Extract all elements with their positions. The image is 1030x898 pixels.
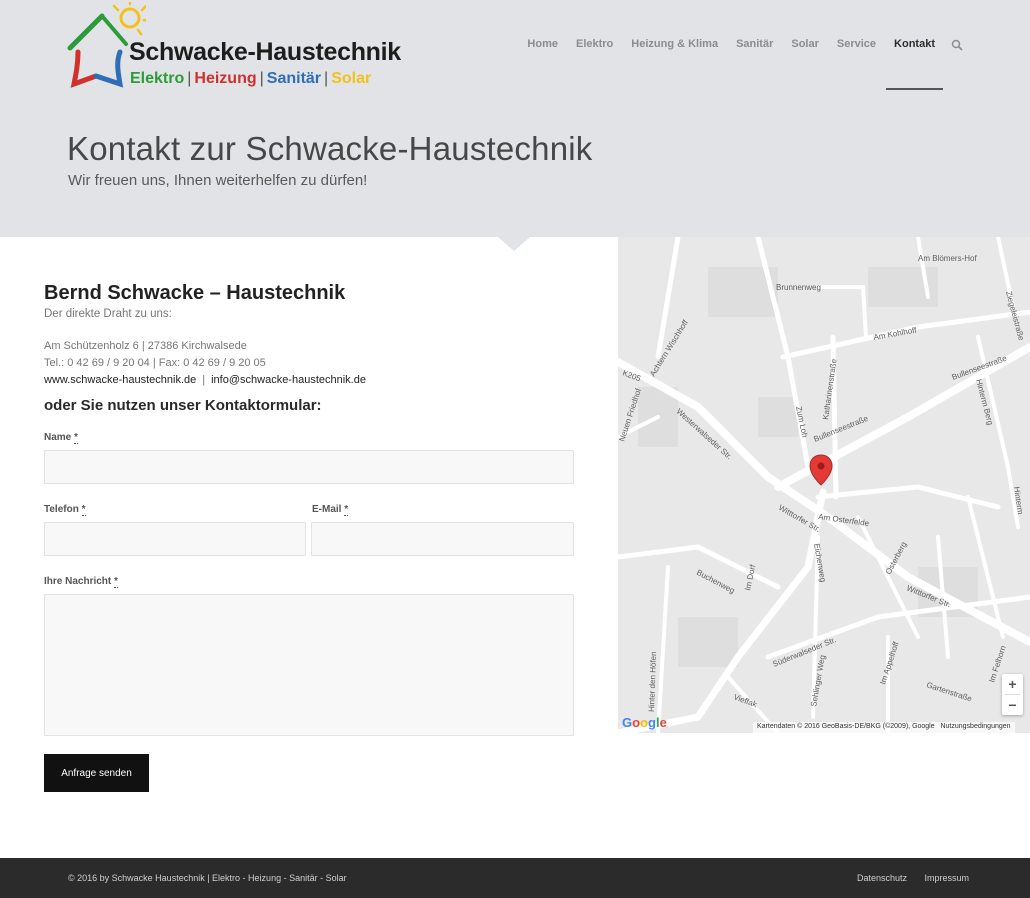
nav-sanitaer[interactable]: Sanitär [727, 38, 782, 50]
google-letter: G [622, 715, 633, 730]
link-separator: | [202, 374, 206, 386]
tag-separator: | [187, 70, 192, 87]
logo[interactable]: Schwacke-Haustechnik Elektro | Heizung | San… [66, 2, 416, 92]
google-letter: e [659, 715, 667, 730]
page-subtitle: Wir freuen uns, Ihnen weiterhelfen zu dü… [68, 172, 368, 189]
form-heading: oder Sie nutzen unser Kontaktormular: [44, 397, 322, 414]
tag-elektro: Elektro [130, 70, 185, 87]
email-label: E-Mail * [312, 504, 349, 516]
email-link[interactable]: info@schwacke-haustechnik.de [211, 374, 366, 386]
required-mark: * [114, 576, 118, 588]
message-label: Ihre Nachricht * [44, 576, 118, 588]
main-nav: Home Elektro Heizung & Klima Sanitär Sol… [518, 38, 944, 50]
address: Am Schützenholz 6 | 27386 Kirchwalsede [44, 340, 247, 352]
footer-links: Datenschutz Impressum [857, 873, 984, 883]
google-logo[interactable]: Google [622, 715, 667, 730]
zoom-out-button[interactable]: − [1002, 695, 1023, 715]
phone-label: Telefon * [44, 504, 86, 516]
name-label: Name * [44, 432, 78, 444]
map[interactable]: Am Blömers-Hof Brunnenweg Am Kohlhoff Zi… [618, 237, 1030, 733]
submit-button[interactable]: Anfrage senden [44, 754, 149, 792]
search-icon[interactable] [951, 39, 963, 51]
website-link[interactable]: www.schwacke-haustechnik.de [44, 374, 196, 386]
map-terms-link[interactable]: Nutzungsbedingungen [940, 723, 1010, 730]
footer-copyright: © 2016 by Schwacke Haustechnik | Elektro… [68, 873, 347, 883]
company-name: Bernd Schwacke – Haustechnik [44, 282, 346, 304]
required-mark: * [344, 504, 349, 516]
tag-solar: Solar [331, 70, 372, 87]
tag-heizung: Heizung [194, 70, 257, 87]
map-label: Am Blömers-Hof [918, 254, 977, 263]
nav-active-underline [886, 88, 943, 90]
google-letter: o [640, 715, 649, 730]
contact-links: www.schwacke-haustechnik.de | info@schwack… [44, 374, 366, 386]
name-label-text: Name [44, 432, 72, 443]
phone-input[interactable] [44, 522, 306, 556]
nav-elektro[interactable]: Elektro [567, 38, 622, 50]
required-mark: * [74, 432, 78, 444]
contact-section: Bernd Schwacke – Haustechnik Der direkte… [0, 237, 618, 858]
email-label-text: E-Mail [312, 504, 342, 515]
required-mark: * [81, 504, 86, 516]
message-label-text: Ihre Nachricht [44, 576, 112, 587]
nav-kontakt[interactable]: Kontakt [885, 38, 944, 50]
message-textarea[interactable] [44, 594, 574, 736]
phone-label-text: Telefon [44, 504, 79, 515]
footer: © 2016 by Schwacke Haustechnik | Elektro… [0, 858, 1030, 898]
tag-separator: | [259, 70, 264, 87]
map-data-credit: Kartendaten © 2016 GeoBasis-DE/BKG (©200… [757, 723, 935, 730]
map-attribution: Kartendaten © 2016 GeoBasis-DE/BKG (©200… [753, 722, 1015, 733]
map-label: Brunnenweg [776, 283, 821, 292]
google-letter: o [632, 715, 641, 730]
logo-tagline: Elektro | Heizung | Sanitär | Solar [130, 70, 371, 88]
nav-home[interactable]: Home [518, 38, 567, 50]
phone-fax: Tel.: 0 42 69 / 9 20 04 | Fax: 0 42 69 /… [44, 357, 266, 369]
tag-sanitaer: Sanitär [266, 70, 322, 87]
nav-solar[interactable]: Solar [782, 38, 828, 50]
direct-line-label: Der direkte Draht zu uns: [44, 308, 172, 320]
footer-link-datenschutz[interactable]: Datenschutz [857, 873, 907, 883]
tag-separator: | [324, 70, 329, 87]
map-zoom-control: + − [1002, 674, 1023, 715]
name-input[interactable] [44, 450, 574, 484]
nav-service[interactable]: Service [828, 38, 885, 50]
google-letter: g [648, 715, 656, 730]
logo-name: Schwacke-Haustechnik [129, 38, 401, 66]
header: Schwacke-Haustechnik Elektro | Heizung | San… [0, 0, 1030, 237]
map-canvas[interactable]: Am Blömers-Hof Brunnenweg Am Kohlhoff Zi… [618, 237, 1030, 733]
page-title: Kontakt zur Schwacke-Haustechnik [67, 130, 593, 167]
email-input[interactable] [311, 522, 574, 556]
footer-link-impressum[interactable]: Impressum [925, 873, 970, 883]
nav-heizung-klima[interactable]: Heizung & Klima [622, 38, 727, 50]
zoom-in-button[interactable]: + [1002, 674, 1023, 694]
